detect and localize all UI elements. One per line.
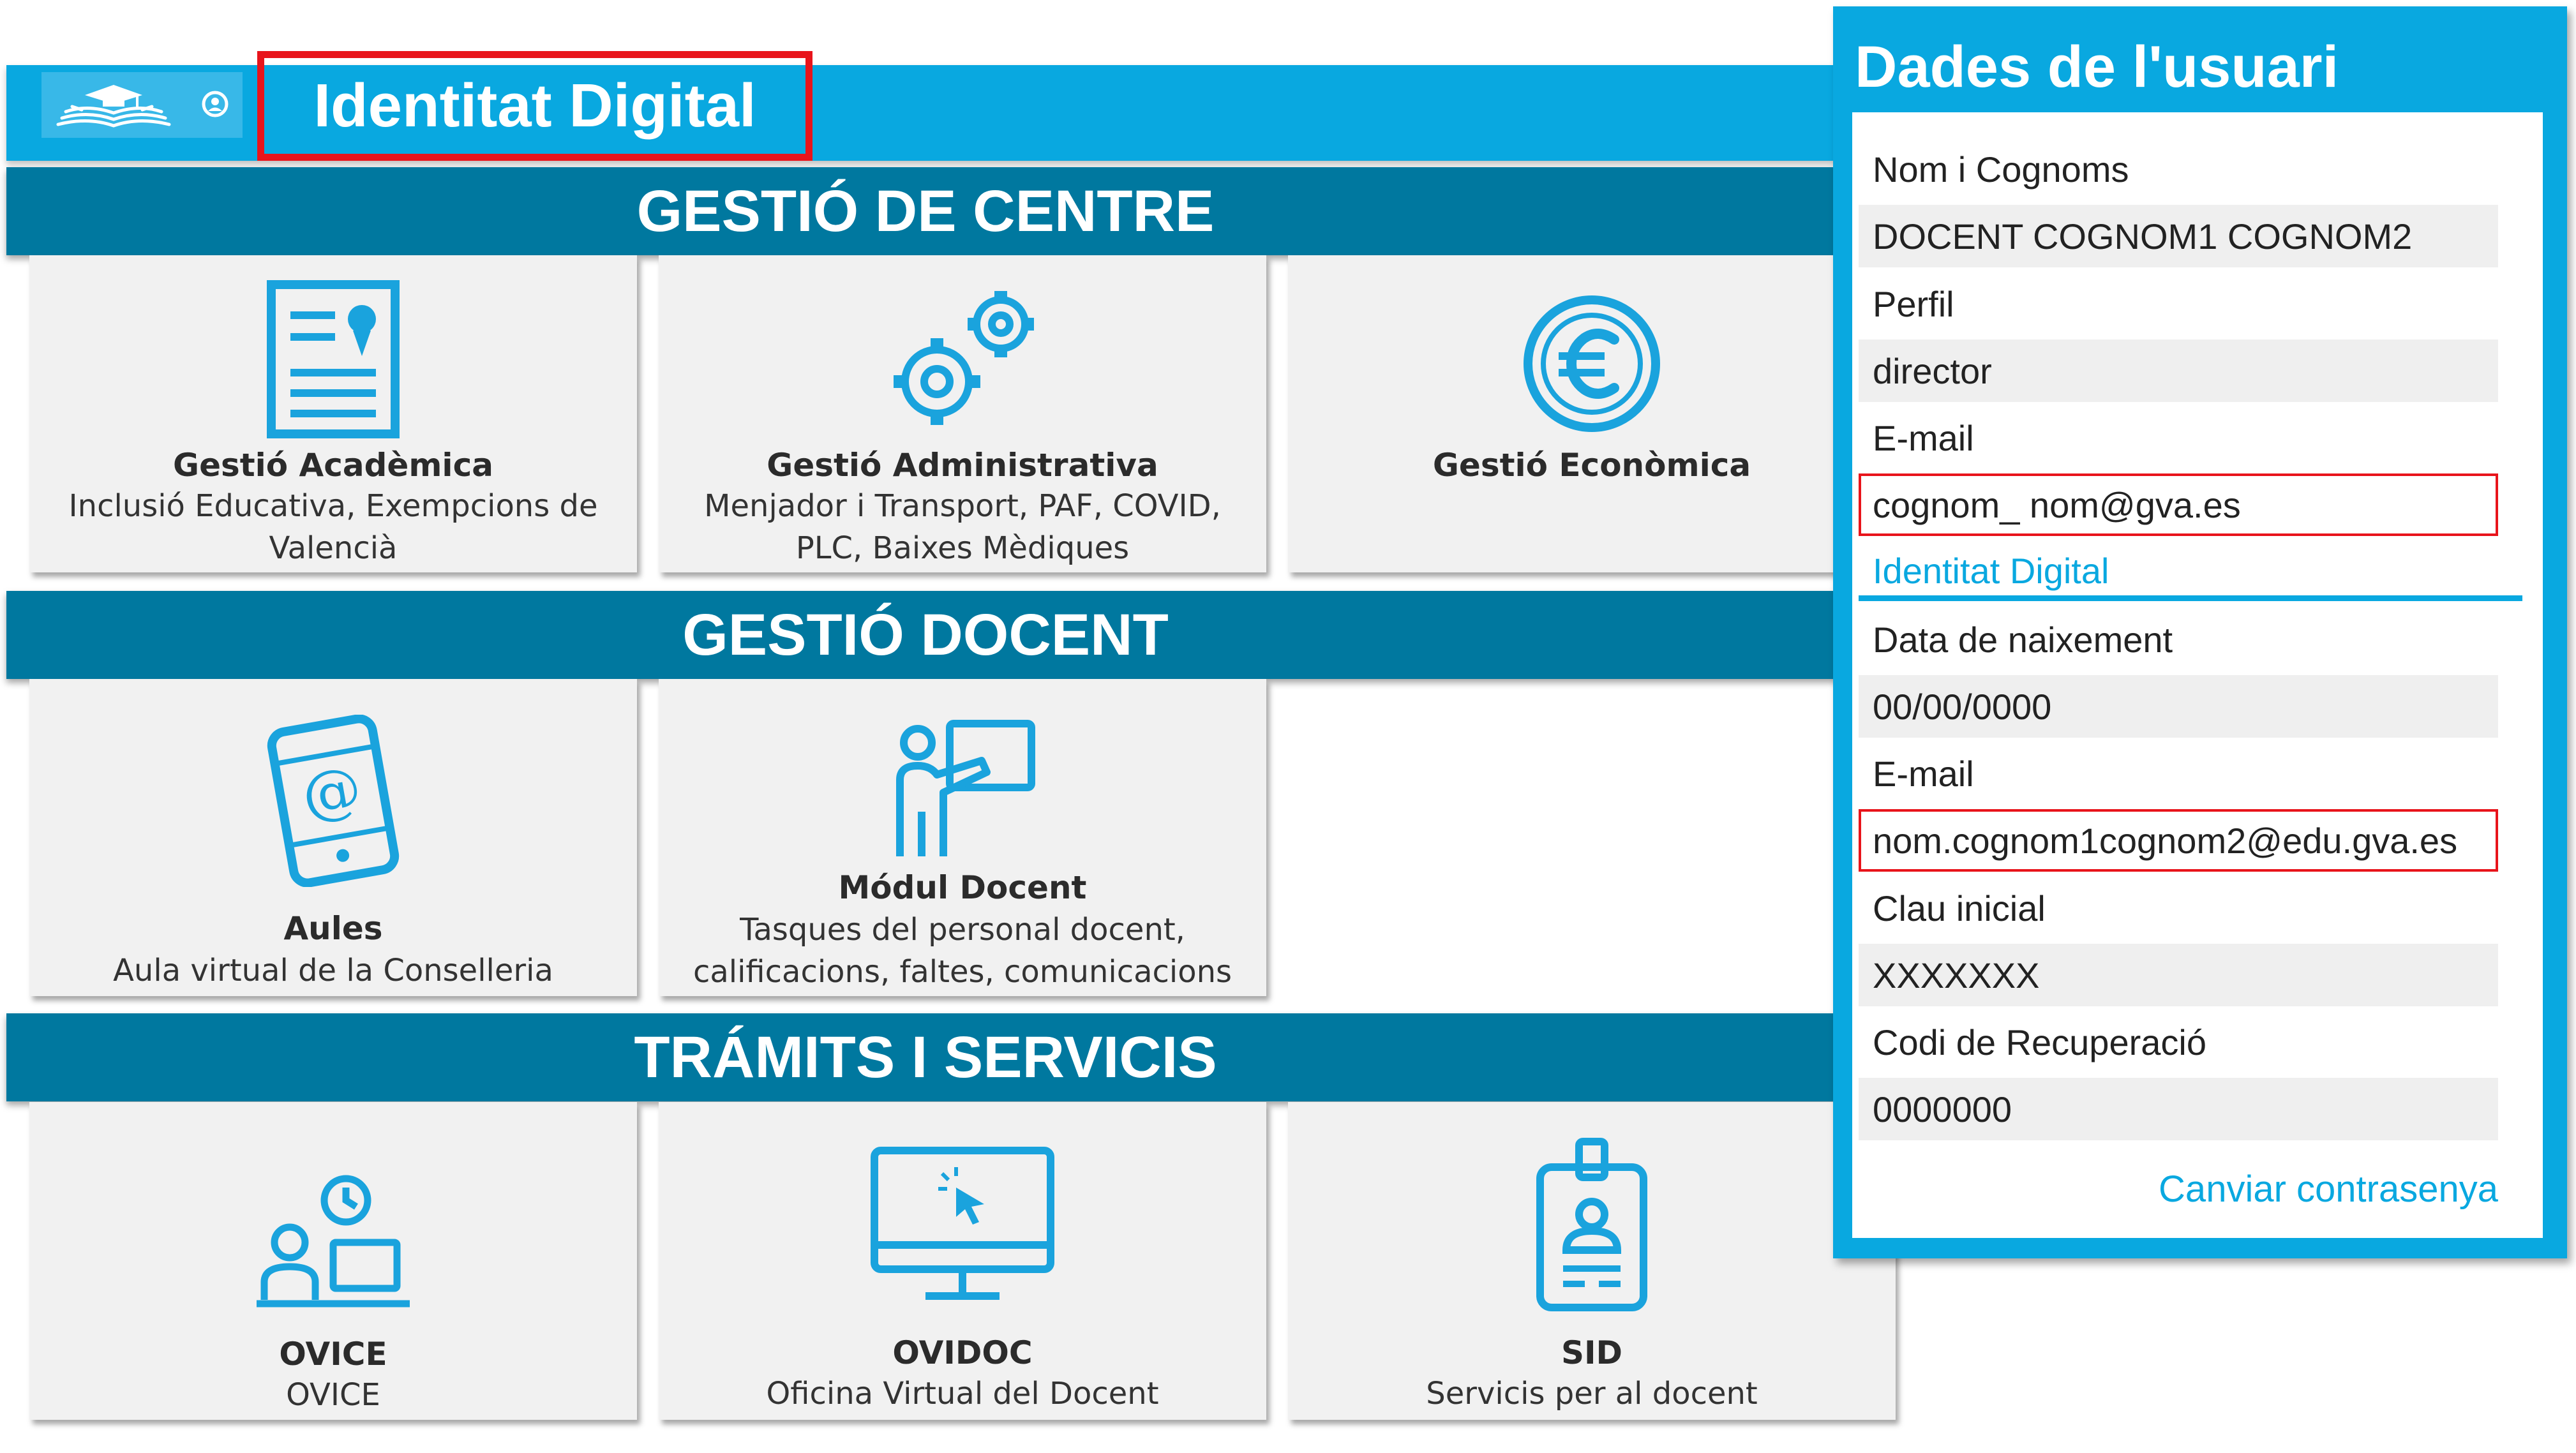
tab-identitat-digital[interactable]: Identitat Digital	[1859, 539, 2498, 602]
card-subtitle: Menjador i Transport, PAF, COVID, PLC, B…	[704, 488, 1221, 566]
office-clock-icon	[257, 1175, 410, 1308]
section-header-gestio-docent: GESTIÓ DOCENT	[6, 591, 1870, 679]
value-email-gva: cognom_ nom@gva.es	[1859, 473, 2498, 536]
monitor-click-icon	[871, 1147, 1054, 1300]
value-nom-cognoms: DOCENT COGNOM1 COGNOM2	[1859, 205, 2498, 267]
label-clau-inicial: Clau inicial	[1873, 888, 2046, 928]
card-sid[interactable]: SID Servicis per al docent	[1288, 1102, 1896, 1420]
label-email-edu: E-mail	[1873, 753, 1974, 794]
label-perfil: Perfil	[1873, 283, 1954, 324]
book-graduation-cap-icon	[56, 85, 171, 128]
change-password-link[interactable]: Canviar contrasenya	[1859, 1160, 2498, 1218]
card-ovice[interactable]: OVICE OVICE	[29, 1102, 637, 1420]
teacher-board-icon	[896, 720, 1035, 856]
svg-text:@: @	[297, 753, 366, 830]
section-header-gestio-centre: GESTIÓ DE CENTRE	[6, 167, 1870, 255]
card-gestio-academica[interactable]: Gestió Acadèmica Inclusió Educativa, Exe…	[29, 255, 637, 572]
id-badge-icon	[1536, 1138, 1647, 1311]
card-subtitle: OVICE	[286, 1377, 380, 1413]
card-title: Gestió Econòmica	[1432, 447, 1751, 484]
document-badge-icon	[267, 280, 400, 438]
card-subtitle: Oficina Virtual del Docent	[766, 1376, 1159, 1412]
card-gestio-administrativa[interactable]: Gestió Administrativa Menjador i Transpo…	[659, 255, 1266, 572]
card-ovidoc[interactable]: OVIDOC Oficina Virtual del Docent	[659, 1102, 1266, 1420]
tablet-at-icon: @	[267, 715, 400, 887]
label-email: E-mail	[1873, 417, 1974, 458]
value-clau-inicial: XXXXXXX	[1859, 944, 2498, 1006]
card-title: Aules	[283, 910, 383, 947]
label-codi-recuperacio: Codi de Recuperació	[1873, 1022, 2206, 1062]
card-modul-docent[interactable]: Módul Docent Tasques del personal docent…	[659, 679, 1266, 996]
card-gestio-economica[interactable]: Gestió Econòmica	[1288, 255, 1896, 572]
card-title: Gestió Administrativa	[767, 447, 1158, 484]
card-subtitle: Inclusió Educativa, Exempcions de Valenc…	[68, 488, 598, 566]
page-title[interactable]: Identitat Digital	[267, 61, 803, 151]
card-title: Módul Docent	[838, 869, 1087, 906]
card-title: Gestió Acadèmica	[173, 447, 493, 484]
value-perfil: director	[1859, 339, 2498, 402]
card-title: SID	[1561, 1334, 1623, 1371]
card-title: OVIDOC	[892, 1334, 1033, 1371]
section-header-tramits-servicis: TRÁMITS I SERVICIS	[6, 1013, 1870, 1101]
card-aules[interactable]: @ Aules Aula virtual de la Conselleria	[29, 679, 637, 996]
card-title: OVICE	[279, 1336, 387, 1373]
tab-underline	[1859, 595, 2522, 601]
app-logo[interactable]	[41, 72, 243, 138]
value-email-edu: nom.cognom1cognom2@edu.gva.es	[1859, 809, 2498, 872]
gears-icon	[894, 291, 1034, 425]
panel-title: Dades de l'usuari	[1855, 34, 2339, 100]
euro-coin-icon	[1524, 295, 1660, 432]
value-data-naixement: 00/00/0000	[1859, 675, 2498, 738]
user-circle-icon[interactable]	[201, 90, 229, 118]
card-subtitle: Aula virtual de la Conselleria	[113, 953, 553, 988]
card-subtitle: Tasques del personal docent, calificacio…	[693, 912, 1232, 990]
card-subtitle: Servicis per al docent	[1426, 1376, 1758, 1412]
label-data-naixement: Data de naixement	[1873, 619, 2173, 660]
value-codi-recuperacio: 0000000	[1859, 1078, 2498, 1140]
label-nom-cognoms: Nom i Cognoms	[1873, 149, 2129, 190]
